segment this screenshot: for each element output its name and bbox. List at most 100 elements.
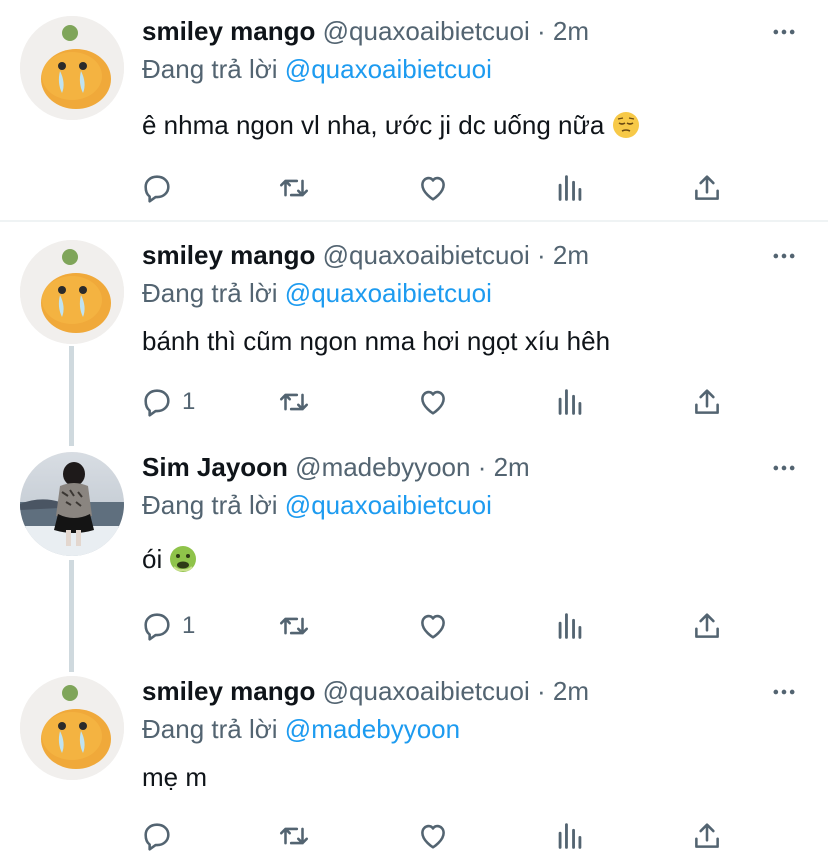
tweet-text: ê nhma ngon vl nha, ước ji dc uống nữa [142,108,640,142]
tweet-text: ói [142,542,197,576]
avatar[interactable] [20,676,124,780]
tweet-header: Sim Jayoon @madebyyoon · 2m [142,450,530,484]
mango-avatar-image [20,676,124,780]
timestamp[interactable]: 2m [494,452,530,482]
display-name[interactable]: smiley mango [142,16,315,46]
more-icon[interactable] [770,18,798,46]
share-button[interactable] [690,816,724,856]
analytics-button[interactable] [553,606,587,646]
more-icon[interactable] [770,454,798,482]
retweet-button[interactable] [277,816,311,856]
reply-button[interactable] [140,168,182,208]
tweet-actions: 1 [140,382,740,422]
tweet-header: smiley mango @quaxoaibietcuoi · 2m [142,674,589,708]
analytics-button[interactable] [553,168,587,208]
like-icon [421,176,445,201]
tweet[interactable]: smiley mango @quaxoaibietcuoi · 2m Đang … [0,224,828,440]
analytics-icon [558,613,582,639]
like-icon [421,614,445,639]
mention-link[interactable]: @madebyyoon [285,714,460,744]
more-icon[interactable] [770,242,798,270]
reply-count: 1 [182,388,196,415]
retweet-icon [279,617,309,635]
mention-link[interactable]: @quaxoaibietcuoi [285,278,492,308]
retweet-icon [279,827,309,845]
tweet-text: mẹ m [142,760,207,794]
more-icon[interactable] [770,678,798,706]
separator-dot: · [477,452,487,482]
mention-link[interactable]: @quaxoaibietcuoi [285,54,492,84]
tweet-text-content: ói [142,544,163,574]
tweet-actions: 1 [140,606,740,646]
like-button[interactable] [416,382,450,422]
retweet-button[interactable] [277,606,311,646]
tweet-text: bánh thì cũm ngon nma hơi ngọt xíu hêh [142,324,610,358]
replying-to: Đang trả lời @madebyyoon [142,712,460,746]
reply-button[interactable]: 1 [140,606,195,646]
share-button[interactable] [690,606,724,646]
reply-button[interactable] [140,816,182,856]
avatar[interactable] [20,240,124,344]
tweet-actions [140,168,740,208]
analytics-button[interactable] [553,816,587,856]
mango-avatar-image [20,240,124,344]
like-button[interactable] [416,816,450,856]
replying-label: Đang trả lời [142,54,278,84]
reply-icon [144,175,170,203]
timestamp[interactable]: 2m [553,240,589,270]
avatar[interactable] [20,452,124,556]
analytics-button[interactable] [553,382,587,422]
nauseated-face-emoji [170,546,197,572]
mention-link[interactable]: @quaxoaibietcuoi [285,490,492,520]
share-icon [695,823,719,848]
display-name[interactable]: smiley mango [142,676,315,706]
mango-avatar-image [20,16,124,120]
like-button[interactable] [416,168,450,208]
analytics-icon [558,389,582,415]
display-name[interactable]: smiley mango [142,240,315,270]
tweet-actions [140,816,740,856]
pensive-face-emoji [612,112,639,138]
separator-dot: · [536,676,546,706]
tweet[interactable]: smiley mango @quaxoaibietcuoi · 2m Đang … [0,660,828,866]
username[interactable]: @madebyyoon [295,452,470,482]
photo-avatar-image [20,452,124,556]
replying-to: Đang trả lời @quaxoaibietcuoi [142,276,492,310]
reply-count: 1 [182,612,196,639]
reply-icon [144,389,170,417]
retweet-button[interactable] [277,382,311,422]
reply-button[interactable]: 1 [140,382,195,422]
separator-dot: · [536,240,546,270]
tweet[interactable]: Sim Jayoon @madebyyoon · 2m Đang trả lời… [0,436,828,660]
retweet-icon [279,179,309,197]
display-name[interactable]: Sim Jayoon [142,452,288,482]
replying-label: Đang trả lời [142,490,278,520]
analytics-icon [558,175,582,201]
replying-to: Đang trả lời @quaxoaibietcuoi [142,52,492,86]
reply-icon [144,823,170,851]
username[interactable]: @quaxoaibietcuoi [323,676,530,706]
like-icon [421,824,445,849]
separator-dot: · [536,16,546,46]
avatar[interactable] [20,16,124,120]
analytics-icon [558,823,582,849]
timestamp[interactable]: 2m [553,16,589,46]
tweet-header: smiley mango @quaxoaibietcuoi · 2m [142,238,589,272]
replying-label: Đang trả lời [142,714,278,744]
username[interactable]: @quaxoaibietcuoi [323,240,530,270]
share-button[interactable] [690,168,724,208]
tweet-header: smiley mango @quaxoaibietcuoi · 2m [142,14,589,48]
share-icon [695,613,719,638]
share-icon [695,175,719,200]
timestamp[interactable]: 2m [553,676,589,706]
share-button[interactable] [690,382,724,422]
like-icon [421,390,445,415]
username[interactable]: @quaxoaibietcuoi [323,16,530,46]
share-icon [695,389,719,414]
like-button[interactable] [416,606,450,646]
retweet-icon [279,393,309,411]
tweet-text-content: bánh thì cũm ngon nma hơi ngọt xíu hêh [142,326,611,356]
retweet-button[interactable] [277,168,311,208]
tweet[interactable]: smiley mango @quaxoaibietcuoi · 2m Đang … [0,0,828,220]
tweet-text-content: mẹ m [142,762,207,792]
